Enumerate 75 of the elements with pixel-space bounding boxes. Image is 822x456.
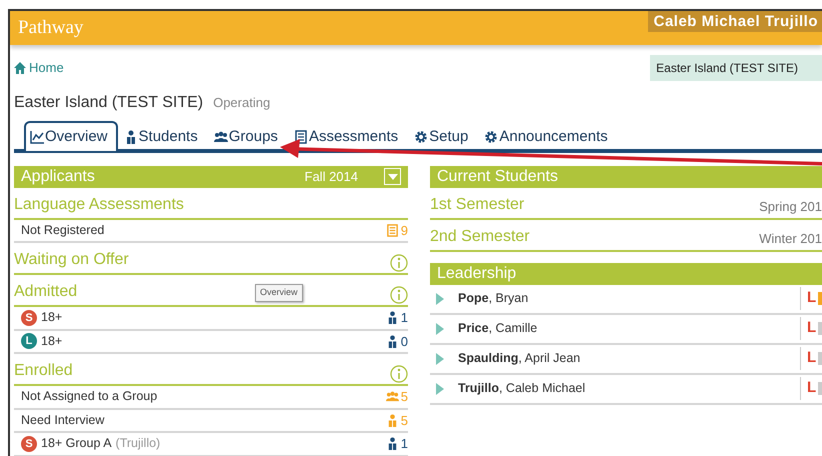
list-row[interactable]: Need Interview 5: [14, 410, 408, 433]
student-name: Pope, Bryan: [458, 290, 530, 308]
expand-icon[interactable]: [436, 352, 444, 364]
info-icon[interactable]: [390, 286, 408, 304]
list-row[interactable]: L 18+ 0: [14, 330, 408, 354]
student-name: Trujillo, Caleb Michael: [458, 380, 586, 398]
level-badge: S: [21, 436, 37, 452]
term-label: Fall 2014: [304, 168, 358, 186]
gear-icon: [414, 130, 428, 144]
subsection-title: 1st Semester: [430, 194, 524, 214]
list-icon: [386, 224, 399, 237]
leader-flag: L: [800, 347, 816, 370]
term-label: Spring 201: [759, 198, 822, 216]
row-label: 18+ Group A: [41, 435, 112, 452]
tab[interactable]: Assessments: [288, 121, 408, 150]
section-title: Applicants: [21, 166, 95, 186]
info-icon[interactable]: [390, 254, 408, 272]
expand-icon[interactable]: [436, 292, 444, 304]
count: 0: [400, 332, 408, 350]
leader-flag: L: [800, 317, 816, 340]
subsection-title: Waiting on Offer: [14, 250, 129, 270]
gear-icon: [484, 130, 498, 144]
term-label: Winter 201: [759, 230, 822, 248]
chart-icon: [30, 130, 44, 144]
home-link[interactable]: Home: [14, 58, 64, 78]
count: 5: [400, 388, 408, 406]
count: 9: [400, 222, 408, 240]
student-row[interactable]: Price, Camille L: [430, 314, 822, 344]
app-logo: Pathway: [17, 16, 84, 40]
expand-icon[interactable]: [436, 322, 444, 334]
site-name: Easter Island (TEST SITE): [14, 93, 204, 113]
student-name: Spaulding, April Jean: [458, 350, 582, 368]
level-badge: S: [21, 310, 37, 326]
group-icon: [386, 390, 399, 404]
tab[interactable]: Students: [118, 121, 208, 150]
dropdown-button[interactable]: [384, 168, 401, 185]
section-title: Current Students: [437, 166, 558, 186]
count: 5: [400, 412, 408, 430]
row-label: Need Interview: [21, 412, 104, 429]
caret-icon: [388, 174, 398, 180]
tooltip: Overview: [255, 284, 303, 302]
leader-flag: L: [800, 287, 816, 310]
list-icon: [294, 130, 308, 144]
list-row[interactable]: Not Assigned to a Group 5: [14, 386, 408, 410]
leader-flag: L: [800, 377, 816, 400]
list-row[interactable]: Not Registered 9: [14, 220, 408, 243]
subsection-title: Language Assessments: [14, 194, 184, 214]
row-label: 18+: [41, 309, 62, 326]
subsection-title: 2nd Semester: [430, 226, 530, 246]
student-row[interactable]: Pope, Bryan L: [430, 284, 822, 314]
count: 1: [400, 435, 408, 453]
home-icon: [14, 62, 26, 74]
student-name: Price, Camille: [458, 320, 538, 338]
student-row[interactable]: Spaulding, April Jean L: [430, 344, 822, 374]
count: 1: [400, 309, 408, 327]
group-icon: [214, 130, 228, 144]
student-row[interactable]: Trujillo, Caleb Michael L: [430, 374, 822, 404]
list-row[interactable]: S 18+ Group A (Trujillo) 1: [14, 433, 408, 456]
list-row[interactable]: S 18+ 1: [14, 307, 408, 330]
level-badge: L: [21, 333, 37, 350]
site-status: Operating: [213, 94, 270, 112]
row-label: 18+: [41, 332, 62, 350]
tab[interactable]: Setup: [408, 121, 478, 150]
subsection-title: Admitted: [14, 282, 78, 302]
section-title: Leadership: [437, 264, 516, 284]
row-label: Not Registered: [21, 222, 104, 239]
user-name: Caleb Michael Trujillo: [648, 11, 822, 32]
expand-icon[interactable]: [436, 382, 444, 394]
subsection-title: Enrolled: [14, 361, 73, 381]
row-label: Not Assigned to a Group: [21, 388, 158, 406]
row-note: (Trujillo): [116, 435, 160, 452]
tab[interactable]: Announcements: [478, 121, 618, 150]
tab[interactable]: Overview: [24, 121, 118, 150]
info-icon[interactable]: [390, 365, 408, 383]
site-badge: Easter Island (TEST SITE): [650, 55, 822, 81]
